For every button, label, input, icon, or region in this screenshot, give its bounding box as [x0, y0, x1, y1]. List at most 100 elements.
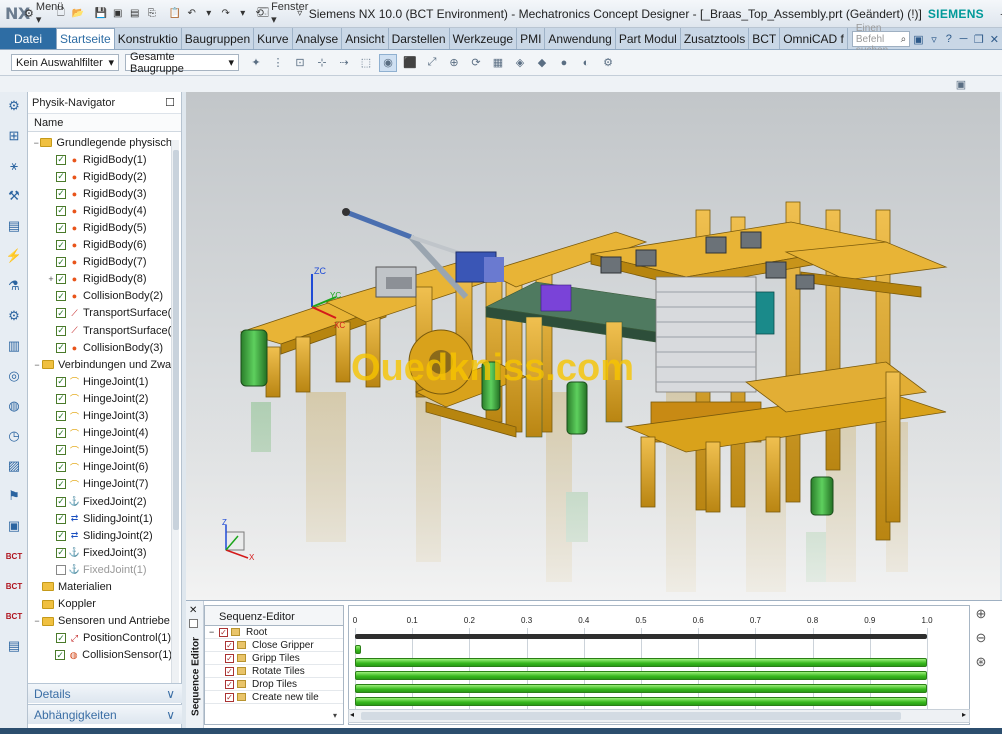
mcd-settings-icon[interactable]: ⚙: [599, 54, 617, 72]
visibility-checkbox[interactable]: ✓: [56, 428, 66, 439]
visibility-checkbox[interactable]: ✓: [56, 479, 66, 490]
snap-point-icon[interactable]: ⊹: [313, 54, 331, 72]
details-accordion[interactable]: Details ∨: [28, 683, 182, 703]
tab-startseite[interactable]: Startseite: [56, 28, 115, 49]
cube-view-icon[interactable]: ⬛: [401, 54, 419, 72]
expand-icon[interactable]: +: [46, 274, 56, 284]
rotate-icon[interactable]: ⟳: [467, 54, 485, 72]
tab-analyse[interactable]: Analyse: [293, 28, 343, 49]
navigator-column-header[interactable]: Name: [28, 114, 181, 132]
reuse-library-icon[interactable]: ▤: [3, 215, 25, 237]
tree-item[interactable]: ✓ ⚓ FixedJoint(2): [28, 493, 172, 510]
visibility-checkbox[interactable]: ✓: [56, 564, 66, 575]
constraint-navigator-icon[interactable]: ⚹: [3, 155, 25, 177]
visibility-checkbox[interactable]: ✓: [56, 240, 66, 251]
operation-bar[interactable]: [355, 671, 927, 680]
rectangle-selection-icon[interactable]: ⬚: [357, 54, 375, 72]
visibility-checkbox[interactable]: ✓: [56, 462, 66, 473]
scrollbar-thumb[interactable]: [361, 712, 901, 720]
visibility-checkbox[interactable]: ✓: [56, 257, 66, 268]
sequence-row[interactable]: ✓ Rotate Tiles: [205, 665, 343, 678]
tree-item[interactable]: ✓⚓FixedJoint(1): [28, 561, 172, 578]
dependencies-accordion[interactable]: Abhängigkeiten ∨: [28, 704, 182, 724]
shaded-view-icon[interactable]: ◉: [379, 53, 397, 72]
select-all-icon[interactable]: ⊡: [291, 54, 309, 72]
tree-item[interactable]: ✓ ● RigidBody(2): [28, 168, 172, 185]
ribbon-options-icon[interactable]: ▣: [913, 31, 923, 47]
hd3d-tools-icon[interactable]: ⚡: [3, 245, 25, 267]
visibility-checkbox[interactable]: ✓: [55, 650, 66, 661]
open-folder-icon[interactable]: 📂: [70, 5, 86, 23]
tree-item[interactable]: ✓ ⟋ TransportSurface(: [28, 305, 172, 322]
tree-folder[interactable]: − Sensoren und Antriebe: [28, 613, 172, 630]
visibility-checkbox[interactable]: ✓: [56, 513, 66, 524]
ribbon-collapse-icon[interactable]: ▿: [930, 31, 939, 47]
sequence-enable-checkbox[interactable]: ✓: [225, 640, 234, 650]
tree-item[interactable]: ✓ ⇄ SlidingJoint(1): [28, 510, 172, 527]
tree-item[interactable]: ✓ ● RigidBody(6): [28, 237, 172, 254]
tab-kurve[interactable]: Kurve: [254, 28, 293, 49]
tab-darstellen[interactable]: Darstellen: [389, 28, 450, 49]
sequence-row[interactable]: ✓ Drop Tiles: [205, 678, 343, 691]
sequence-enable-checkbox[interactable]: ✓: [225, 653, 234, 663]
scroll-left-icon[interactable]: ◂: [350, 710, 354, 719]
fit-icon[interactable]: ⤢: [423, 54, 441, 72]
tab-zusatztools[interactable]: Zusatztools: [681, 28, 750, 49]
tab-konstruktio[interactable]: Konstruktio: [115, 28, 182, 49]
shade-options-icon[interactable]: ◆: [533, 54, 551, 72]
tree-item[interactable]: ✓ ● RigidBody(4): [28, 202, 172, 219]
zoom-out-icon[interactable]: ⊖: [972, 629, 990, 647]
tree-item[interactable]: ✓ ⌒ HingeJoint(2): [28, 390, 172, 407]
collapse-icon[interactable]: −: [32, 616, 42, 626]
tree-item[interactable]: ✓ ⌒ HingeJoint(5): [28, 442, 172, 459]
minimize-icon[interactable]: ─: [996, 5, 1002, 23]
tab-baugruppen[interactable]: Baugruppen: [182, 28, 255, 49]
visibility-checkbox[interactable]: ✓: [56, 325, 66, 336]
visibility-checkbox[interactable]: ✓: [56, 547, 66, 558]
tree-item[interactable]: + ✓ ● RigidBody(8): [28, 271, 172, 288]
tree-item[interactable]: ✓ ● CollisionBody(2): [28, 288, 172, 305]
visibility-checkbox[interactable]: ✓: [56, 530, 66, 541]
tree-item[interactable]: ✓ ● RigidBody(7): [28, 254, 172, 271]
operation-navigator-icon[interactable]: ⚙: [3, 305, 25, 327]
tree-folder[interactable]: − Grundlegende physisch: [28, 134, 172, 151]
signal-icon[interactable]: ◎: [3, 365, 25, 387]
operation-bar[interactable]: [355, 645, 361, 654]
undo-dropdown-icon[interactable]: ▾: [201, 5, 217, 23]
visibility-checkbox[interactable]: ✓: [56, 393, 66, 404]
scroll-right-icon[interactable]: ▸: [962, 710, 966, 719]
tree-item[interactable]: ✓ ⚓ FixedJoint(3): [28, 544, 172, 561]
visibility-checkbox[interactable]: ✓: [56, 496, 66, 507]
layers-icon[interactable]: ▤: [3, 635, 25, 657]
command-search-input[interactable]: Einen Befehl suchen ⌕: [851, 23, 911, 56]
file-tab[interactable]: Datei: [0, 28, 57, 49]
undo-icon[interactable]: ↶: [184, 5, 200, 23]
bct-tool-icon[interactable]: BCT: [3, 545, 25, 567]
assembly-navigator-icon[interactable]: ⊞: [3, 125, 25, 147]
save-as-icon[interactable]: ▤: [127, 5, 143, 23]
selection-filter-dropdown[interactable]: Kein Auswahlfilter ▾: [11, 54, 119, 71]
sequence-enable-checkbox[interactable]: ✓: [219, 627, 228, 637]
graphics-viewport[interactable]: ZC YC XC Z X Ouedkniss.com: [186, 92, 1000, 600]
tree-item[interactable]: ✓ ⌒ HingeJoint(3): [28, 408, 172, 425]
tree-item[interactable]: ✓ ⌒ HingeJoint(4): [28, 425, 172, 442]
visibility-checkbox[interactable]: ✓: [56, 154, 66, 165]
quick-access-customize-icon[interactable]: ▿: [292, 5, 308, 23]
view-triad-toggle-icon[interactable]: ▣: [952, 75, 970, 93]
visibility-checkbox[interactable]: ✓: [56, 274, 66, 285]
filter-icon[interactable]: ⋮: [269, 54, 287, 72]
ribbon-close-icon[interactable]: ✕: [990, 31, 999, 47]
sequence-timeline[interactable]: 0 0.1 0.2 0.3 0.4 0.5 0.6 0.7 0.8 0.9 1.0: [348, 605, 970, 725]
visibility-checkbox[interactable]: ✓: [56, 171, 66, 182]
tree-item[interactable]: ✓ ⌒ HingeJoint(6): [28, 459, 172, 476]
save-all-icon[interactable]: ▣: [110, 5, 126, 23]
grid-icon[interactable]: ▦: [489, 54, 507, 72]
tab-bct[interactable]: BCT: [749, 28, 781, 49]
visibility-checkbox[interactable]: ✓: [56, 445, 66, 456]
operation-bar[interactable]: [355, 658, 927, 667]
visibility-checkbox[interactable]: ✓: [56, 376, 66, 387]
visibility-checkbox[interactable]: ✓: [56, 223, 66, 234]
sequence-tree-scrollbar[interactable]: ▾: [332, 686, 342, 720]
save-icon[interactable]: 💾: [93, 5, 109, 23]
sequence-enable-checkbox[interactable]: ✓: [225, 666, 234, 676]
